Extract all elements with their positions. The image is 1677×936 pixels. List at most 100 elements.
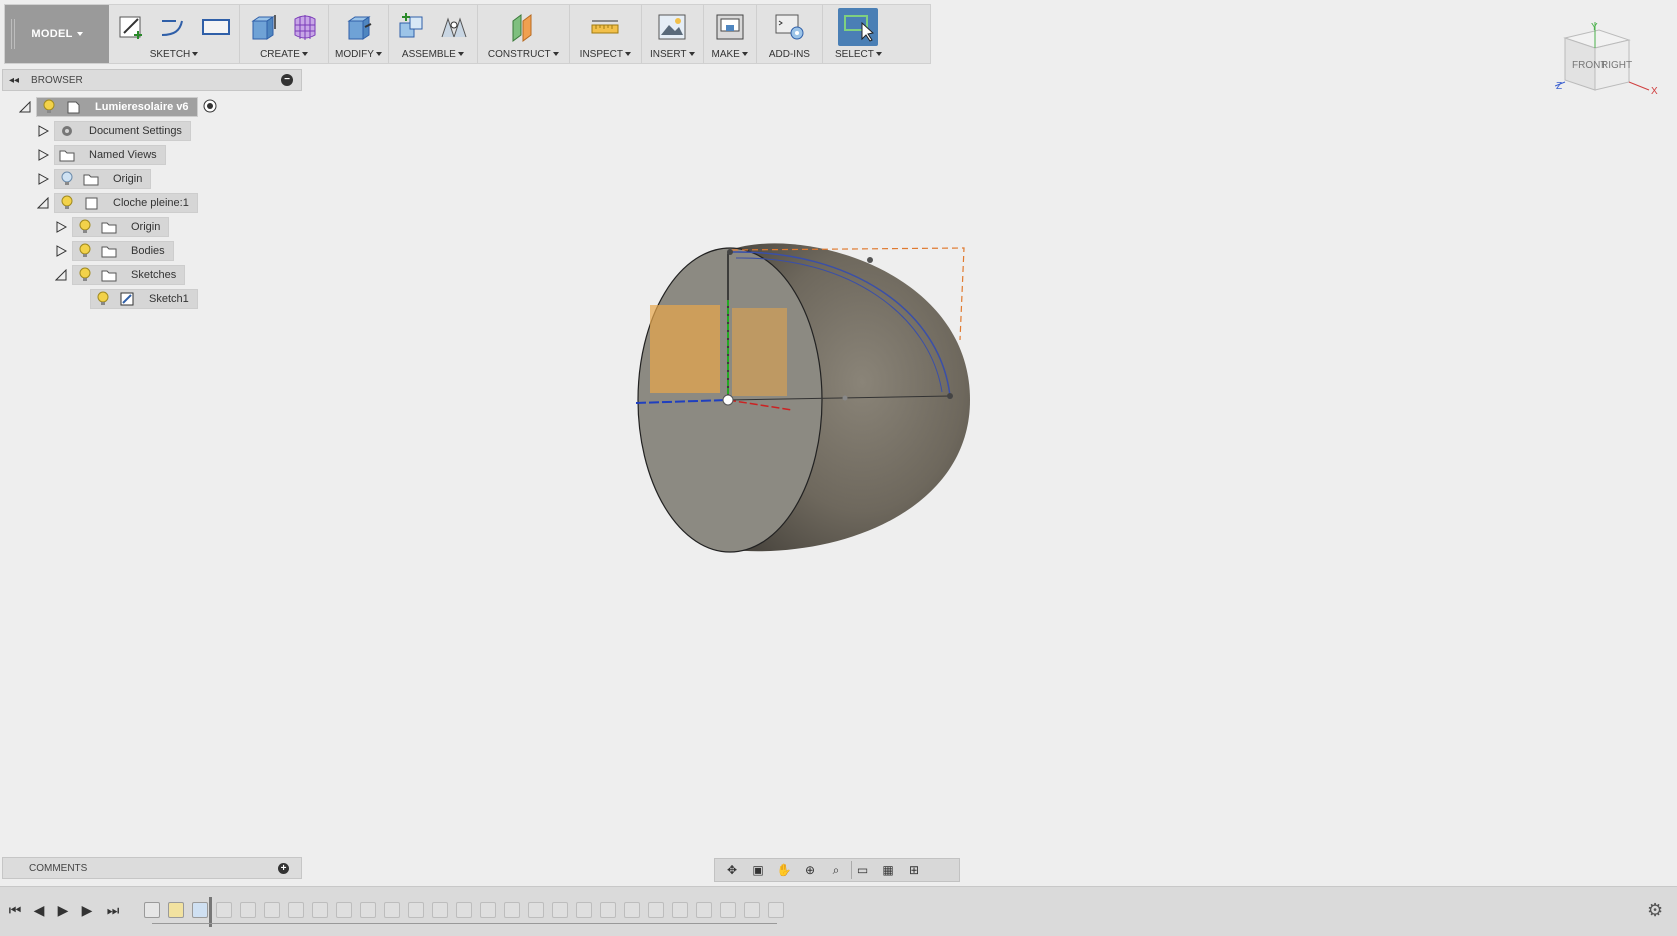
addins-menu[interactable]: ADD-INS bbox=[769, 49, 810, 63]
offset-plane-button[interactable] bbox=[506, 10, 540, 44]
tree-node-sketch1[interactable]: Sketch1 bbox=[90, 289, 198, 309]
timeline-feature-revolve[interactable] bbox=[192, 902, 208, 918]
insert-menu[interactable]: INSERT bbox=[650, 49, 695, 63]
timeline-feature[interactable] bbox=[600, 902, 616, 918]
timeline-feature[interactable] bbox=[768, 902, 784, 918]
form-button[interactable] bbox=[288, 10, 322, 44]
timeline-feature[interactable] bbox=[288, 902, 304, 918]
insert-image-button[interactable] bbox=[655, 10, 689, 44]
model-viewport[interactable] bbox=[600, 230, 980, 570]
measure-button[interactable] bbox=[588, 10, 622, 44]
timeline-settings-gear-icon[interactable]: ⚙ bbox=[1647, 900, 1667, 920]
modify-menu[interactable]: MODIFY bbox=[335, 49, 382, 63]
timeline-feature[interactable] bbox=[408, 902, 424, 918]
expand-toggle[interactable] bbox=[36, 196, 50, 210]
timeline-feature-component[interactable] bbox=[144, 902, 160, 918]
timeline-feature[interactable] bbox=[624, 902, 640, 918]
timeline-feature[interactable] bbox=[216, 902, 232, 918]
tree-node-document-settings[interactable]: Document Settings bbox=[54, 121, 191, 141]
lightbulb-icon[interactable] bbox=[59, 195, 75, 211]
joint-button[interactable] bbox=[437, 10, 471, 44]
lightbulb-icon[interactable] bbox=[77, 219, 93, 235]
collapse-panel-icon[interactable]: ◂◂ bbox=[9, 75, 19, 86]
look-at-icon[interactable]: ▣ bbox=[747, 861, 769, 879]
3d-print-button[interactable] bbox=[713, 10, 747, 44]
select-button[interactable] bbox=[838, 8, 879, 46]
toolbar-grip[interactable] bbox=[11, 19, 15, 49]
timeline-feature[interactable] bbox=[240, 902, 256, 918]
browser-collapse-icon[interactable]: − bbox=[281, 74, 293, 86]
tree-node-root[interactable]: Lumieresolaire v6 bbox=[36, 97, 198, 117]
new-component-button[interactable] bbox=[395, 10, 429, 44]
view-cube[interactable]: FRONT RIGHT Y Z X bbox=[1555, 20, 1665, 100]
create-menu[interactable]: CREATE bbox=[260, 49, 308, 63]
timeline-feature[interactable] bbox=[552, 902, 568, 918]
zoom-window-icon[interactable]: ⌕ bbox=[825, 861, 847, 879]
sketch-profile-region[interactable] bbox=[650, 305, 720, 393]
zoom-icon[interactable]: ⊕ bbox=[799, 861, 821, 879]
scripts-addins-button[interactable] bbox=[772, 10, 806, 44]
extrude-button[interactable] bbox=[246, 10, 280, 44]
go-to-start-icon[interactable]: ⏮ bbox=[6, 901, 24, 919]
make-menu[interactable]: MAKE bbox=[712, 49, 748, 63]
tree-node-named-views[interactable]: Named Views bbox=[54, 145, 166, 165]
timeline-feature[interactable] bbox=[744, 902, 760, 918]
orbit-icon[interactable]: ✥ bbox=[721, 861, 743, 879]
timeline-feature[interactable] bbox=[528, 902, 544, 918]
lightbulb-icon[interactable] bbox=[77, 267, 93, 283]
timeline-feature[interactable] bbox=[696, 902, 712, 918]
lightbulb-icon[interactable] bbox=[77, 243, 93, 259]
expand-toggle[interactable] bbox=[54, 244, 68, 258]
lightbulb-icon[interactable] bbox=[41, 99, 57, 115]
sketch-point[interactable] bbox=[842, 395, 848, 401]
sketch-point[interactable] bbox=[947, 393, 953, 399]
timeline-feature[interactable] bbox=[336, 902, 352, 918]
sketch-profile-region[interactable] bbox=[732, 308, 787, 396]
create-sketch-button[interactable] bbox=[115, 10, 149, 44]
viewports-icon[interactable]: ⊞ bbox=[903, 861, 925, 879]
timeline-feature[interactable] bbox=[264, 902, 280, 918]
workspace-switcher-button[interactable]: MODEL bbox=[5, 5, 109, 63]
step-back-icon[interactable]: ◀ bbox=[30, 901, 48, 919]
timeline-feature[interactable] bbox=[456, 902, 472, 918]
tree-node-origin[interactable]: Origin bbox=[54, 169, 152, 189]
press-pull-button[interactable] bbox=[341, 10, 375, 44]
add-comment-icon[interactable]: + bbox=[278, 863, 289, 874]
select-menu[interactable]: SELECT bbox=[835, 49, 882, 63]
expand-toggle[interactable] bbox=[18, 100, 32, 114]
expand-toggle[interactable] bbox=[36, 148, 50, 162]
go-to-end-icon[interactable]: ⏭ bbox=[104, 901, 122, 919]
timeline-feature[interactable] bbox=[648, 902, 664, 918]
timeline-feature[interactable] bbox=[672, 902, 688, 918]
rectangle-button[interactable] bbox=[199, 10, 233, 44]
lightbulb-off-icon[interactable] bbox=[59, 171, 75, 187]
construct-menu[interactable]: CONSTRUCT bbox=[488, 49, 559, 63]
tree-node-bodies[interactable]: Bodies bbox=[72, 241, 174, 261]
spline-button[interactable] bbox=[157, 10, 191, 44]
assemble-menu[interactable]: ASSEMBLE bbox=[402, 49, 464, 63]
lightbulb-icon[interactable] bbox=[95, 291, 111, 307]
tree-node-origin-sub[interactable]: Origin bbox=[72, 217, 170, 237]
sketch-point[interactable] bbox=[867, 257, 873, 263]
sketch-origin-point[interactable] bbox=[722, 394, 734, 406]
timeline-feature[interactable] bbox=[504, 902, 520, 918]
sketch-point[interactable] bbox=[727, 249, 733, 255]
sketch-menu[interactable]: SKETCH bbox=[150, 49, 199, 63]
expand-toggle[interactable] bbox=[54, 268, 68, 282]
play-icon[interactable]: ▶ bbox=[54, 901, 72, 919]
display-settings-icon[interactable]: ▭ bbox=[851, 861, 873, 879]
timeline-feature[interactable] bbox=[312, 902, 328, 918]
timeline-feature[interactable] bbox=[480, 902, 496, 918]
step-forward-icon[interactable]: ▶ bbox=[78, 901, 96, 919]
inspect-menu[interactable]: INSPECT bbox=[580, 49, 632, 63]
timeline-feature[interactable] bbox=[720, 902, 736, 918]
tree-node-cloche-pleine[interactable]: Cloche pleine:1 bbox=[54, 193, 198, 213]
timeline-feature[interactable] bbox=[360, 902, 376, 918]
tree-node-sketches[interactable]: Sketches bbox=[72, 265, 186, 285]
timeline-feature[interactable] bbox=[384, 902, 400, 918]
timeline-feature[interactable] bbox=[576, 902, 592, 918]
activate-component-icon[interactable] bbox=[202, 98, 218, 117]
expand-toggle[interactable] bbox=[54, 220, 68, 234]
timeline-feature-sketch[interactable] bbox=[168, 902, 184, 918]
grid-settings-icon[interactable]: ▦ bbox=[877, 861, 899, 879]
